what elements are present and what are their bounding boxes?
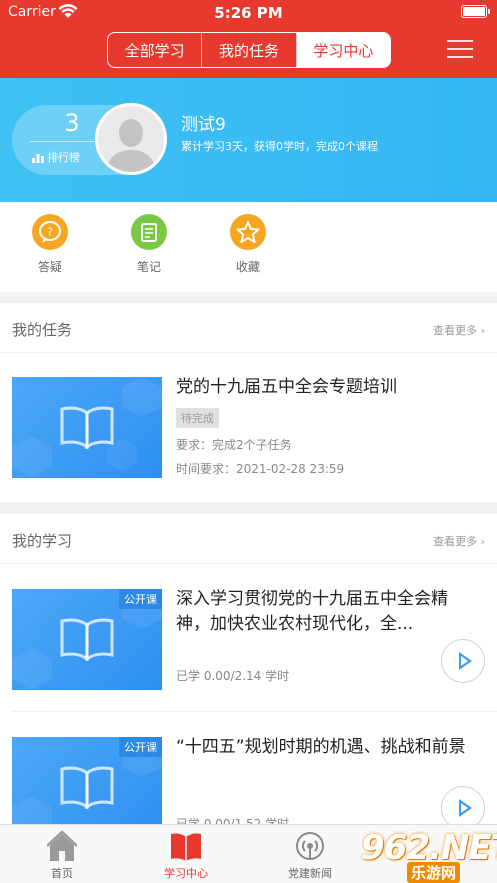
clock: 5:26 PM — [214, 4, 283, 22]
public-course-badge: 公开课 — [119, 589, 162, 609]
task-deadline: 时间要求：2021-02-28 23:59 — [176, 462, 345, 476]
tab-learning-center[interactable]: 学习中心 — [296, 33, 390, 67]
svg-text:?: ? — [47, 226, 53, 239]
my-study-section: 我的学习 查看更多 › 公开课 深入学习贯彻党的十九届五中全会精神，加快农业农村… — [0, 514, 497, 838]
top-bar: Carrier 5:26 PM 全部学习 我的任务 学习中心 — [0, 0, 497, 78]
tab-label: 首页 — [51, 867, 73, 880]
chevron-right-icon: › — [480, 324, 485, 337]
menu-icon[interactable] — [447, 38, 473, 60]
default-user-icon — [98, 106, 164, 172]
section-title: 我的任务 — [12, 321, 73, 339]
book-icon — [171, 829, 201, 863]
tab-label: 党建新闻 — [288, 867, 332, 880]
qa-button[interactable]: ? 答疑 — [20, 214, 80, 275]
battery-icon — [461, 5, 490, 18]
avatar[interactable] — [95, 103, 167, 175]
rank-label-row: 排行榜 — [32, 149, 80, 165]
tab-learning-center-bottom[interactable]: 学习中心 — [141, 829, 231, 881]
favorites-button[interactable]: 收藏 — [218, 214, 278, 275]
section-header: 我的学习 查看更多 › — [0, 514, 497, 564]
view-more-link[interactable]: 查看更多 › — [433, 322, 485, 338]
task-title: 党的十九届五中全会专题培训 — [176, 377, 397, 397]
chevron-right-icon: › — [480, 535, 485, 548]
user-stats: 累计学习3天，获得0学时，完成0个课程 — [181, 140, 378, 153]
username: 测试9 — [181, 115, 226, 135]
play-button[interactable] — [441, 639, 485, 683]
course-thumbnail: 公开课 — [12, 589, 162, 690]
tab-party-news[interactable]: 党建新闻 — [265, 829, 355, 881]
status-badge: 待完成 — [176, 408, 219, 428]
rank-divider — [30, 141, 102, 142]
course-thumbnail — [12, 377, 162, 478]
qa-label: 答疑 — [37, 260, 62, 274]
course-thumbnail: 公开课 — [12, 737, 162, 838]
tab-label: 学习中心 — [164, 867, 208, 880]
status-bar: Carrier 5:26 PM — [0, 0, 497, 26]
rank-number: 3 — [64, 109, 80, 137]
rank-label: 排行榜 — [47, 151, 80, 164]
question-bubble-icon: ? — [32, 214, 68, 250]
home-icon — [46, 829, 78, 863]
notes-label: 笔记 — [136, 260, 161, 274]
tab-all-learning[interactable]: 全部学习 — [108, 33, 203, 67]
public-course-badge: 公开课 — [119, 737, 162, 757]
course-title: “十四五”规划时期的机遇、挑战和前景 — [176, 737, 466, 757]
header-segmented-control: 全部学习 我的任务 学习中心 — [107, 32, 391, 68]
course-progress: 已学 0.00/2.14 学时 — [176, 669, 290, 683]
notebook-icon — [131, 214, 167, 250]
course-title: 深入学习贯彻党的十九届五中全会精神，加快农业农村现代化，全... — [176, 589, 448, 634]
open-book-icon — [60, 766, 114, 809]
open-book-icon — [60, 406, 114, 449]
tab-my-tasks[interactable]: 我的任务 — [202, 33, 297, 67]
quick-actions: ? 答疑 笔记 收藏 — [0, 202, 497, 292]
favorites-label: 收藏 — [235, 260, 260, 274]
profile-banner: 3 排行榜 测试9 累计学习3天，获得0学时，完成0个课程 — [0, 78, 497, 202]
tab-home[interactable]: 首页 — [17, 829, 107, 881]
notes-button[interactable]: 笔记 — [119, 214, 179, 275]
open-book-icon — [60, 618, 114, 661]
site-watermark: 962.NET 乐游网 — [359, 828, 497, 883]
task-requirement: 要求：完成2个子任务 — [176, 438, 292, 452]
view-more-label: 查看更多 — [433, 324, 478, 337]
star-icon — [230, 214, 266, 250]
section-header: 我的任务 查看更多 › — [0, 303, 497, 353]
bar-chart-icon — [32, 153, 44, 163]
my-tasks-section: 我的任务 查看更多 › 党的十九届五中全会专题培训 待完成 要求：完成2个子任务… — [0, 303, 497, 502]
view-more-label: 查看更多 — [433, 535, 478, 548]
view-more-link[interactable]: 查看更多 › — [433, 533, 485, 549]
section-title: 我的学习 — [12, 532, 73, 550]
broadcast-icon — [295, 829, 325, 863]
watermark-sub: 乐游网 — [407, 862, 461, 883]
divider — [12, 711, 497, 712]
